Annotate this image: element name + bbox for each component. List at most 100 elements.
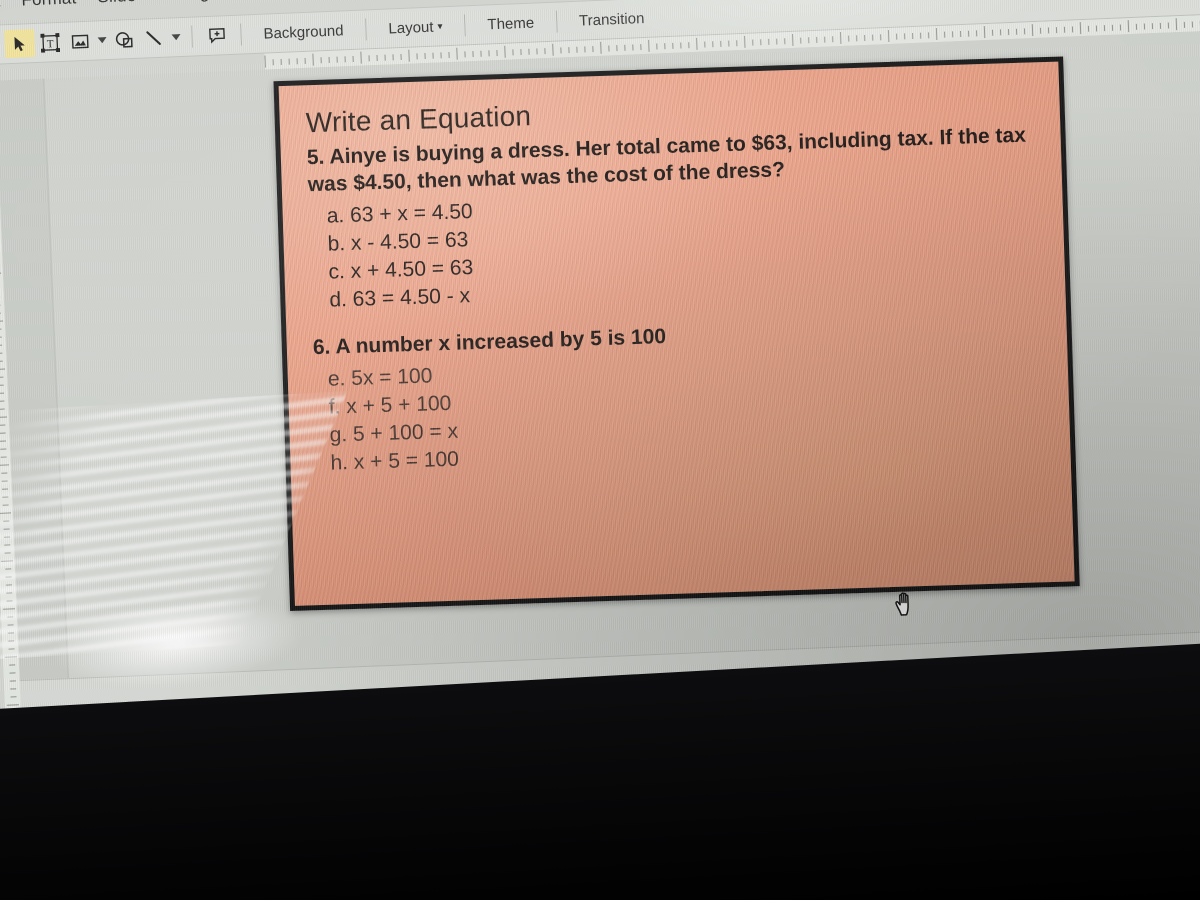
ruler-tick [1103, 25, 1106, 32]
ruler-tick [1127, 20, 1130, 33]
ruler-tick [0, 344, 3, 346]
slide-surface[interactable]: Write an Equation 5. Ainye is buying a d… [273, 56, 1080, 611]
ruler-tick [304, 57, 306, 64]
ruler-tick [664, 43, 666, 50]
layout-button[interactable]: Layout ▾ [375, 17, 456, 37]
select-tool-button[interactable] [4, 29, 36, 59]
ruler-tick [392, 54, 394, 61]
ruler-tick [272, 59, 274, 66]
theme-button[interactable]: Theme [474, 13, 547, 33]
background-button[interactable]: Background [250, 21, 357, 42]
ruler-tick [0, 376, 4, 378]
ruler-tick [4, 552, 11, 554]
ruler-tick [880, 34, 882, 41]
transition-button[interactable]: Transition [566, 9, 658, 30]
menu-item-tools[interactable]: Tools [240, 0, 281, 2]
ruler-tick [504, 45, 506, 58]
ruler-tick [1055, 27, 1058, 34]
ruler-tick [5, 584, 12, 586]
ruler-tick [472, 51, 474, 58]
ruler-tick [6, 592, 13, 594]
ruler-tick [344, 56, 346, 63]
menu-item-arrange[interactable]: Arrange [157, 0, 220, 5]
ruler-tick [0, 440, 7, 442]
ruler-tick [808, 37, 810, 44]
ruler-tick [728, 40, 730, 47]
ruler-tick [816, 36, 818, 43]
layout-button-label: Layout [388, 18, 434, 37]
ruler-tick [312, 53, 314, 66]
ruler-tick [752, 39, 754, 46]
ruler-tick [368, 55, 370, 62]
ruler-tick [1015, 28, 1018, 35]
ruler-tick [552, 43, 554, 56]
ruler-tick [967, 30, 970, 37]
ruler-tick [1, 488, 8, 490]
ruler-tick [0, 512, 11, 514]
ruler-tick [696, 37, 698, 50]
ruler-tick [983, 26, 986, 39]
ruler-tick [760, 39, 762, 46]
ruler-tick [10, 696, 17, 698]
ruler-tick [4, 544, 11, 546]
ruler-tick [448, 52, 450, 59]
ruler-tick [1191, 21, 1194, 28]
insert-shape-button[interactable] [108, 25, 139, 54]
slide-content: Write an Equation 5. Ainye is buying a d… [279, 62, 1075, 606]
ruler-tick [3, 520, 10, 522]
ruler-tick [856, 35, 858, 42]
ruler-tick [624, 44, 626, 51]
ruler-tick [1023, 28, 1026, 35]
ruler-tick [7, 632, 14, 634]
ruler-tick [680, 42, 682, 49]
ruler-tick [2, 608, 15, 610]
image-options-caret-icon[interactable] [94, 26, 109, 55]
image-icon [71, 33, 89, 49]
ruler-tick [0, 400, 5, 402]
ruler-tick [0, 456, 7, 458]
ruler-tick [0, 328, 2, 330]
ruler-tick [480, 50, 482, 57]
ruler-tick [935, 28, 938, 41]
insert-image-button[interactable] [64, 27, 95, 56]
ruler-tick [600, 41, 602, 54]
line-options-caret-icon[interactable] [168, 23, 183, 52]
toolbar-divider-4 [365, 18, 367, 41]
insert-line-button[interactable] [138, 24, 169, 53]
ruler-tick [1135, 23, 1138, 30]
add-comment-button[interactable] [201, 21, 232, 50]
ruler-tick [896, 33, 898, 40]
ruler-tick [568, 47, 570, 54]
ruler-tick [999, 29, 1002, 36]
svg-text:T: T [46, 38, 53, 50]
ruler-tick [400, 53, 402, 61]
ruler-tick [440, 52, 442, 59]
ruler-tick [2, 504, 9, 506]
menu-item-format[interactable]: Format [21, 0, 77, 11]
ruler-tick [0, 336, 2, 338]
ruler-tick [800, 37, 802, 44]
toolbar-divider-6 [555, 10, 558, 33]
ruler-tick [0, 424, 6, 426]
toolbar-divider-5 [464, 14, 466, 37]
ruler-tick [824, 36, 826, 43]
ruler-tick [744, 35, 746, 48]
ruler-tick [3, 528, 10, 530]
textbox-tool-button[interactable]: T [34, 28, 65, 57]
menu-item-insert[interactable]: ert [0, 0, 1, 12]
ruler-tick [0, 448, 7, 450]
ruler-tick [384, 54, 386, 61]
hand-pan-cursor-icon [892, 590, 919, 619]
ruler-tick [0, 320, 4, 323]
ruler-tick [264, 55, 266, 68]
ruler-tick [832, 36, 834, 43]
current-slide[interactable]: Write an Equation 5. Ainye is buying a d… [273, 56, 1080, 611]
menu-item-slide[interactable]: Slide [97, 0, 137, 7]
text-box-icon: T [39, 32, 60, 53]
ruler-tick [512, 49, 514, 56]
monitor-photo-scene: st- Inequalities and Equations ert Forma… [0, 0, 1200, 900]
ruler-tick [1183, 21, 1186, 28]
ruler-tick [352, 55, 354, 62]
ruler-tick [488, 50, 490, 57]
ruler-tick [544, 48, 546, 55]
